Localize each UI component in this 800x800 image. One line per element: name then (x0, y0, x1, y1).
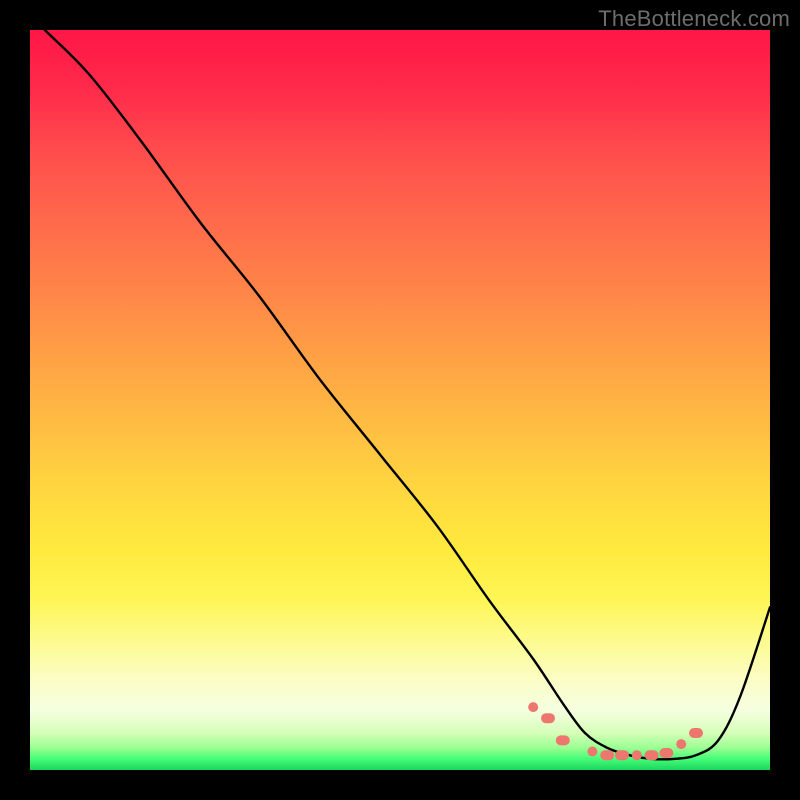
marker-dot (645, 750, 659, 760)
marker-dot (615, 750, 629, 760)
bottleneck-curve (45, 30, 770, 759)
watermark-text: TheBottleneck.com (598, 6, 790, 32)
marker-dot (600, 750, 614, 760)
marker-dot (659, 748, 673, 758)
marker-dot (556, 735, 570, 745)
marker-dot (632, 750, 642, 760)
marker-dot (541, 713, 555, 723)
chart-frame: TheBottleneck.com (0, 0, 800, 800)
plot-area (30, 30, 770, 770)
curve-layer (30, 30, 770, 770)
marker-dot (676, 739, 686, 749)
marker-dot (587, 747, 597, 757)
marker-dot (689, 728, 703, 738)
marker-dot (528, 702, 538, 712)
